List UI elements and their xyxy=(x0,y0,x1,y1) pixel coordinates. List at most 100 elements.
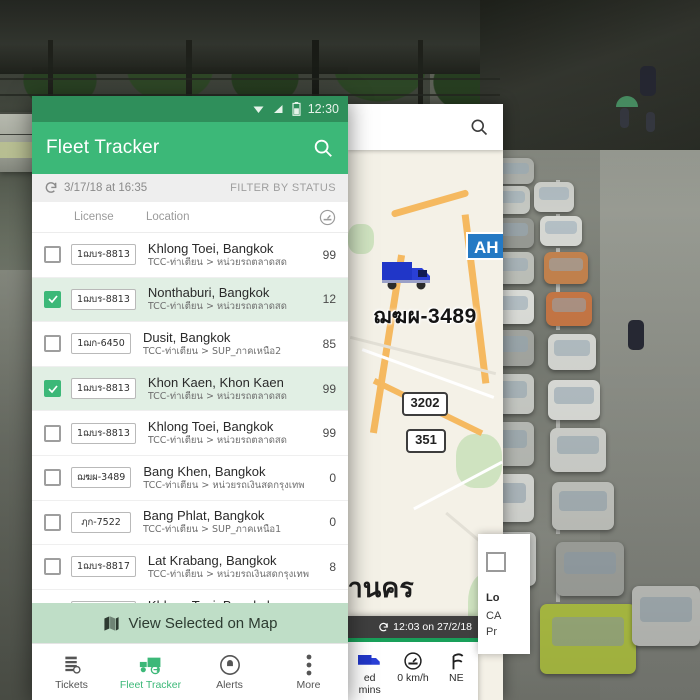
row-text: Khlong Toei, BangkokTCC-ท่าเตียน > หน่วย… xyxy=(148,241,314,269)
status-bar: 12:30 xyxy=(32,96,348,122)
search-icon[interactable] xyxy=(469,117,489,137)
bell-icon xyxy=(219,654,241,676)
page-title: Fleet Tracker xyxy=(46,137,160,158)
column-header-location: Location xyxy=(146,211,190,223)
row-value: 99 xyxy=(322,381,336,396)
license-plate: 1ฌบร-8813 xyxy=(71,422,136,444)
filter-by-status-button[interactable]: FILTER BY STATUS xyxy=(230,182,336,194)
view-selected-on-map-button[interactable]: View Selected on Map xyxy=(32,603,348,643)
row-text: Dusit, Bangkok TCC-ท่าเตียน > SUP_ภาคเหนื… xyxy=(143,330,314,358)
stat-direction-label: NE xyxy=(449,672,464,684)
license-plate: 1ฌก-6450 xyxy=(71,333,131,355)
license-plate: 1ฌบร-8813 xyxy=(71,288,136,310)
row-checkbox[interactable] xyxy=(44,469,61,487)
table-row[interactable]: 1ฌบร-8813 Nonthaburi, Bangkok TCC-ท่าเตียน… xyxy=(32,277,348,323)
highway-sign-ah: AH xyxy=(466,232,503,260)
row-checkbox[interactable] xyxy=(44,380,61,398)
row-checkbox[interactable] xyxy=(44,558,61,576)
license-plate: 1ฌบร-8813 xyxy=(71,244,136,266)
row-path: TCC-ท่าเตียน > หน่วยรถเงินสดกรุงเทพ xyxy=(147,568,310,580)
nav-item-alerts[interactable]: Alerts xyxy=(190,644,269,700)
map-icon xyxy=(103,615,120,632)
highway-shield-351: 351 xyxy=(406,429,446,453)
row-value: 85 xyxy=(322,336,336,351)
info-card-timestamp: 12:03 on 27/2/18 xyxy=(393,621,472,633)
secondary-card-line1: Lo xyxy=(486,592,500,604)
row-text: Khon Kaen, Khon Kaen TCC-ท่าเตียน > หน่วย… xyxy=(148,375,314,403)
row-location: Lat Krabang, Bangkok xyxy=(147,552,277,568)
table-row[interactable]: 1ฌบร-8813 Khon Kaen, Khon Kaen TCC-ท่าเตีย… xyxy=(32,366,348,412)
secondary-card-line2: CA xyxy=(486,610,502,622)
map-search-bar[interactable] xyxy=(348,104,503,150)
row-checkbox[interactable] xyxy=(44,290,61,308)
table-row[interactable]: 1ฌก-6450 Dusit, Bangkok TCC-ท่าเตียน > SUP… xyxy=(32,322,348,367)
nav-item-tickets[interactable]: Tickets xyxy=(32,644,111,700)
refresh-icon[interactable] xyxy=(44,181,58,195)
status-bar-time: 12:30 xyxy=(307,102,339,116)
refresh-bar[interactable]: 3/17/18 at 16:35 FILTER BY STATUS xyxy=(32,174,348,202)
refresh-icon[interactable] xyxy=(378,622,389,633)
row-value: 8 xyxy=(329,559,336,574)
row-text: Lat Krabang, Bangkok TCC-ท่าเตียน > หน่วย… xyxy=(148,553,314,581)
speedometer-icon xyxy=(391,650,434,672)
row-value: 0 xyxy=(329,515,336,530)
table-row[interactable]: 1ฌบร-8813Khlong Toei, BangkokTCC-ท่าเตีย… xyxy=(32,590,348,603)
checkbox-icon[interactable] xyxy=(486,552,506,572)
search-icon[interactable] xyxy=(312,137,334,159)
truck-marker-icon[interactable] xyxy=(380,256,436,292)
license-plate: 1ฌบร-8817 xyxy=(71,556,136,578)
nav-item-label: Tickets xyxy=(55,678,88,691)
row-value: 0 xyxy=(329,470,336,485)
table-row[interactable]: ฦก-7522 Bang Phlat, Bangkok TCC-ท่าเตียน >… xyxy=(32,501,348,546)
tickets-icon xyxy=(61,654,82,676)
stat-status: ed mins xyxy=(348,650,391,696)
map-city-label: มหานคร xyxy=(348,573,414,603)
stat-speed: 0 km/h xyxy=(391,650,434,684)
row-value: 12 xyxy=(322,292,336,307)
wifi-icon xyxy=(252,103,265,115)
truck-icon xyxy=(348,650,391,672)
stat-speed-label: 0 km/h xyxy=(397,672,429,684)
truck-icon xyxy=(139,654,163,676)
row-path: TCC-ท่าเตียน > SUP_ภาคเหนือ2 xyxy=(143,345,282,357)
nav-item-more[interactable]: More xyxy=(269,644,348,700)
battery-icon xyxy=(292,102,301,116)
row-location: Bang Khen, Bangkok xyxy=(143,463,266,479)
truck-marker-label: ฌฆผ-3489 xyxy=(373,305,477,328)
nav-item-fleet-tracker[interactable]: Fleet Tracker xyxy=(111,644,190,700)
bottom-navigation[interactable]: Tickets Fleet Tracker Alerts More xyxy=(32,643,348,700)
nav-item-label: Alerts xyxy=(216,678,243,691)
direction-icon xyxy=(435,650,478,672)
table-row[interactable]: 1ฌบร-8813 Khlong Toei, BangkokTCC-ท่าเตีย… xyxy=(32,411,348,456)
map-highway xyxy=(390,189,470,218)
table-row[interactable]: 1ฌบร-8813 Khlong Toei, BangkokTCC-ท่าเตีย… xyxy=(32,233,348,278)
speedometer-icon[interactable] xyxy=(310,209,336,226)
row-text: Bang Phlat, Bangkok TCC-ท่าเตียน > SUP_ภา… xyxy=(143,508,314,536)
fleet-tracker-app[interactable]: 12:30 Fleet Tracker 3/17/18 at 16:35 FIL… xyxy=(32,96,348,700)
row-location: Khlong Toei, Bangkok xyxy=(147,419,274,435)
row-value: 99 xyxy=(322,247,336,262)
row-value: 99 xyxy=(322,426,336,441)
table-row[interactable]: ฌฆผ-3489 Bang Khen, Bangkok TCC-ท่าเตียน >… xyxy=(32,456,348,501)
row-path: TCC-ท่าเตียน > หน่วยรถตลาดสด xyxy=(147,256,287,268)
license-plate: ฦก-7522 xyxy=(71,511,131,533)
table-row[interactable]: 1ฌบร-8817 Lat Krabang, Bangkok TCC-ท่าเตีย… xyxy=(32,545,348,590)
list-header: License Location xyxy=(32,202,348,233)
row-path: TCC-ท่าเตียน > หน่วยรถตลาดสด xyxy=(147,435,287,447)
row-checkbox[interactable] xyxy=(44,513,61,531)
view-selected-on-map-label: View Selected on Map xyxy=(128,614,278,632)
row-checkbox[interactable] xyxy=(44,335,61,353)
app-bar: Fleet Tracker xyxy=(32,122,348,174)
row-checkbox[interactable] xyxy=(44,424,61,442)
secondary-info-card[interactable]: Lo CA Pr xyxy=(478,534,530,654)
row-text: Bang Khen, Bangkok TCC-ท่าเตียน > หน่วยรถ… xyxy=(143,464,314,492)
info-card-timestamp-bar: 12:03 on 27/2/18 xyxy=(348,616,478,638)
secondary-card-line3: Pr xyxy=(486,626,497,638)
row-text: Khlong Toei, BangkokTCC-ท่าเตียน > หน่วย… xyxy=(148,419,314,447)
stat-status-line2: mins xyxy=(358,684,381,696)
vehicle-info-card[interactable]: 12:03 on 27/2/18 ed mins 0 km/h NE xyxy=(348,616,478,700)
vehicle-list[interactable]: 1ฌบร-8813 Khlong Toei, Bangkok TCC-ท่าเตีย… xyxy=(32,233,348,603)
row-checkbox[interactable] xyxy=(44,246,61,264)
refresh-timestamp: 3/17/18 at 16:35 xyxy=(64,182,148,194)
more-icon xyxy=(306,654,312,676)
